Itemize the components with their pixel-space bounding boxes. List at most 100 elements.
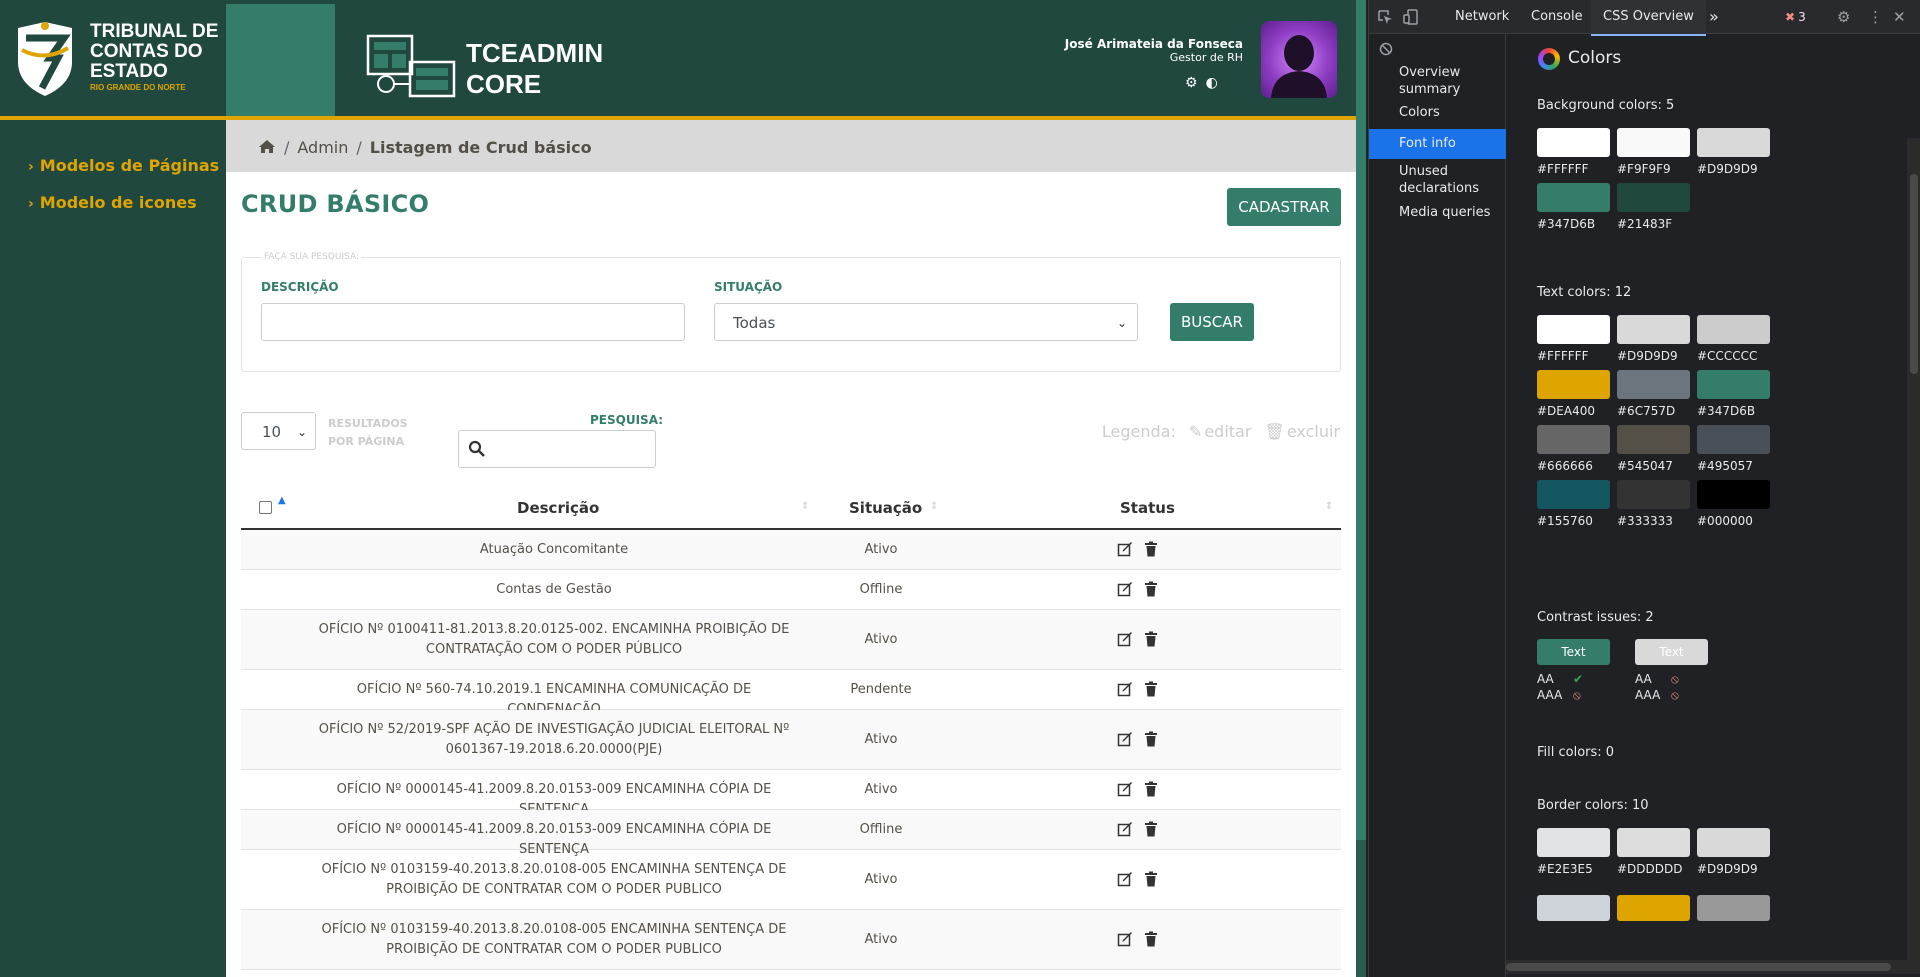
colors-title-text: Colors bbox=[1568, 48, 1622, 68]
trash-icon[interactable] bbox=[1143, 821, 1159, 837]
color-swatch[interactable] bbox=[1537, 828, 1610, 857]
nav-unused-declarations[interactable]: Unused declarations bbox=[1399, 163, 1499, 197]
color-swatch[interactable] bbox=[1537, 315, 1610, 344]
edit-icon[interactable] bbox=[1117, 631, 1133, 647]
color-swatch[interactable] bbox=[1537, 183, 1610, 212]
page-size-select[interactable]: 10 ⌄ bbox=[241, 412, 316, 450]
cell-situacao: Offline bbox=[859, 822, 903, 837]
edit-icon[interactable] bbox=[1117, 541, 1133, 557]
color-swatch[interactable] bbox=[1617, 183, 1690, 212]
nav-media-queries[interactable]: Media queries bbox=[1399, 204, 1490, 221]
color-swatch[interactable] bbox=[1537, 895, 1610, 921]
color-swatch[interactable] bbox=[1537, 370, 1610, 399]
edit-icon[interactable] bbox=[1117, 821, 1133, 837]
trash-icon[interactable] bbox=[1143, 681, 1159, 697]
trash-icon[interactable] bbox=[1143, 731, 1159, 747]
devtools-horizontal-scrollbar[interactable] bbox=[1506, 960, 1920, 974]
contrast-chip-pass[interactable]: Text bbox=[1537, 639, 1610, 665]
color-swatch[interactable] bbox=[1617, 828, 1690, 857]
edit-icon[interactable] bbox=[1117, 681, 1133, 697]
gear-icon[interactable]: ⚙ bbox=[1185, 75, 1198, 91]
logo-subtitle: RIO GRANDE DO NORTE bbox=[90, 83, 186, 92]
table-row: Atuação Concomitante Ativo bbox=[241, 530, 1341, 570]
column-header-status[interactable]: Status bbox=[1120, 487, 1175, 529]
nav-overview-summary[interactable]: Overview summary bbox=[1399, 64, 1499, 98]
color-swatch[interactable] bbox=[1697, 128, 1770, 157]
scrollbar-track bbox=[1356, 840, 1366, 977]
cadastrar-button[interactable]: CADASTRAR bbox=[1227, 188, 1341, 226]
avatar[interactable] bbox=[1261, 21, 1337, 98]
edit-icon[interactable] bbox=[1117, 781, 1133, 797]
scrollbar-thumb[interactable] bbox=[1506, 963, 1891, 971]
situacao-select[interactable]: Todas ⌄ bbox=[714, 303, 1138, 341]
color-swatch[interactable] bbox=[1697, 895, 1770, 921]
trash-icon[interactable] bbox=[1143, 931, 1159, 947]
sidebar-item-modelos-de-paginas[interactable]: › Modelos de Páginas bbox=[0, 148, 226, 185]
select-all-checkbox[interactable] bbox=[259, 501, 272, 514]
descricao-input[interactable] bbox=[261, 303, 685, 341]
color-swatch[interactable] bbox=[1617, 480, 1690, 509]
color-swatch[interactable] bbox=[1537, 480, 1610, 509]
color-swatch[interactable] bbox=[1697, 315, 1770, 344]
table-row: OFÍCIO Nº 560-74.10.2019.1 ENCAMINHA COM… bbox=[241, 670, 1341, 717]
devtools-tab-console[interactable]: Console bbox=[1531, 0, 1583, 34]
cell-status-actions bbox=[1117, 821, 1197, 837]
edit-icon[interactable] bbox=[1117, 581, 1133, 597]
gear-icon[interactable]: ⚙ bbox=[1837, 0, 1850, 34]
devtools-tab-css-overview[interactable]: CSS Overview bbox=[1591, 0, 1706, 36]
error-badge[interactable]: ✖ 3 bbox=[1785, 0, 1806, 34]
contrast-chip-fail[interactable]: Text bbox=[1635, 639, 1708, 665]
devtools-tab-network[interactable]: Network bbox=[1455, 0, 1509, 34]
edit-icon[interactable] bbox=[1117, 871, 1133, 887]
trash-icon[interactable] bbox=[1143, 541, 1159, 557]
app-name: TCEADMIN CORE bbox=[466, 38, 603, 100]
sort-icon[interactable]: ⇕ bbox=[801, 501, 809, 512]
color-swatch[interactable] bbox=[1697, 425, 1770, 454]
sidebar-item-modelo-de-icones[interactable]: › Modelo de icones bbox=[0, 185, 226, 222]
home-icon[interactable] bbox=[258, 139, 276, 154]
more-options-icon[interactable]: ⋮ bbox=[1868, 0, 1883, 34]
more-tabs-icon[interactable]: » bbox=[1709, 0, 1719, 34]
color-swatch[interactable] bbox=[1697, 370, 1770, 399]
check-icon: ✔ bbox=[1573, 672, 1584, 686]
contrast-icon[interactable]: ◐ bbox=[1206, 75, 1218, 91]
color-swatch[interactable] bbox=[1697, 480, 1770, 509]
column-header-descricao[interactable]: Descrição bbox=[517, 487, 599, 529]
column-header-situacao[interactable]: Situação bbox=[849, 487, 922, 529]
edit-icon[interactable] bbox=[1117, 731, 1133, 747]
color-swatch[interactable] bbox=[1697, 828, 1770, 857]
table-body: Atuação Concomitante Ativo Contas de Gestã… bbox=[241, 530, 1341, 970]
color-swatch[interactable] bbox=[1617, 425, 1690, 454]
color-swatch[interactable] bbox=[1617, 895, 1690, 921]
sort-asc-icon[interactable]: ▲ bbox=[278, 495, 286, 506]
trash-icon[interactable] bbox=[1143, 581, 1159, 597]
color-swatch[interactable] bbox=[1537, 425, 1610, 454]
color-swatch[interactable] bbox=[1617, 370, 1690, 399]
scrollbar-thumb[interactable] bbox=[1910, 174, 1918, 374]
color-swatch[interactable] bbox=[1617, 128, 1690, 157]
clear-icon[interactable] bbox=[1379, 42, 1393, 56]
buscar-button[interactable]: BUSCAR bbox=[1170, 303, 1254, 341]
nav-colors[interactable]: Colors bbox=[1399, 104, 1440, 121]
trash-icon[interactable] bbox=[1143, 631, 1159, 647]
color-swatch-label: #000000 bbox=[1697, 514, 1753, 528]
trash-icon[interactable] bbox=[1143, 781, 1159, 797]
inspect-element-icon[interactable] bbox=[1377, 9, 1393, 25]
edit-icon[interactable] bbox=[1117, 931, 1133, 947]
error-icon: ✖ bbox=[1785, 10, 1796, 24]
logo[interactable]: TRIBUNAL DE CONTAS DO ESTADO RIO GRANDE … bbox=[0, 0, 226, 116]
page-scrollbar[interactable] bbox=[1356, 0, 1366, 977]
breadcrumb-item-admin[interactable]: Admin bbox=[297, 138, 348, 157]
css-overview-content: Colors Background colors: 5 Text colors:… bbox=[1506, 34, 1920, 977]
close-icon[interactable]: ✕ bbox=[1893, 0, 1906, 34]
nav-font-info[interactable]: Font info bbox=[1369, 129, 1506, 159]
color-swatch[interactable] bbox=[1617, 315, 1690, 344]
color-swatch[interactable] bbox=[1537, 128, 1610, 157]
color-swatch-label: #CCCCCC bbox=[1697, 349, 1758, 363]
device-toolbar-icon[interactable] bbox=[1403, 9, 1419, 25]
sort-icon[interactable]: ⇕ bbox=[930, 501, 938, 512]
sort-icon[interactable]: ⇕ bbox=[1325, 501, 1333, 512]
devtools-vertical-scrollbar[interactable] bbox=[1907, 138, 1920, 960]
pesquisa-input[interactable] bbox=[458, 430, 656, 468]
trash-icon[interactable] bbox=[1143, 871, 1159, 887]
